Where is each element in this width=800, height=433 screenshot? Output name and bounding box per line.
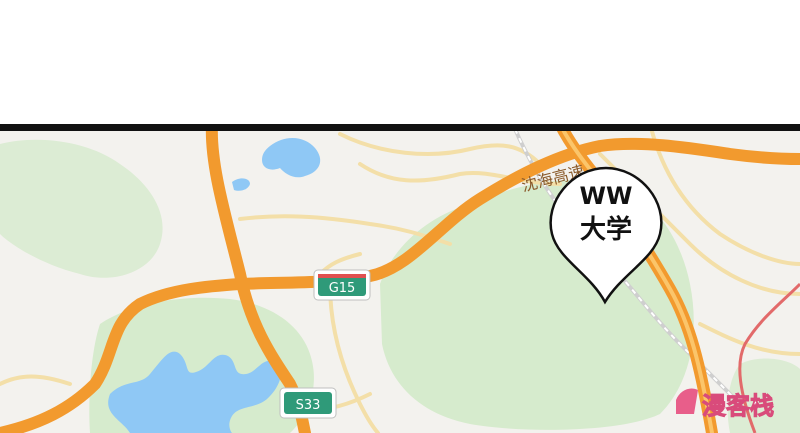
highway-shield-g15: G15 (313, 269, 371, 301)
shield-label-g15: G15 (329, 281, 356, 296)
blank-top-area (0, 0, 800, 124)
highway-shield-s33: S33 (279, 387, 337, 419)
marker-title-line2: 大学 (580, 214, 632, 245)
map-view: 沈海高速 G15 S33 WW 大学 漫客栈 (0, 124, 800, 433)
shield-label-s33: S33 (296, 398, 321, 413)
watermark-text: 漫客栈 (702, 392, 774, 420)
panel-border-line (0, 124, 800, 131)
map-canvas: 沈海高速 G15 S33 WW 大学 漫客栈 (0, 124, 800, 433)
comic-panel: 沈海高速 G15 S33 WW 大学 漫客栈 (0, 0, 800, 433)
marker-title-line1: WW (580, 182, 633, 210)
